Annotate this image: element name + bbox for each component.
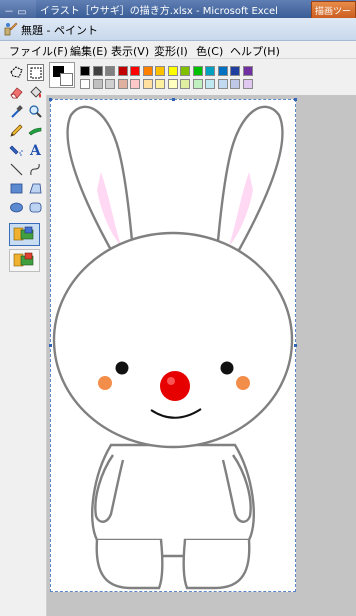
menu-help[interactable]: ヘルプ(H) [230,43,280,59]
color-swatch[interactable] [92,66,103,76]
menu-image[interactable]: 変形(I) [154,43,188,59]
color-swatch[interactable] [242,66,253,76]
resize-handle[interactable] [49,344,52,347]
curve-icon[interactable] [27,161,44,178]
current-colors[interactable] [49,62,75,88]
eraser-icon[interactable] [8,84,25,101]
color-swatch[interactable] [230,66,240,76]
svg-text:A: A [29,143,42,158]
fill-bucket-icon[interactable] [27,84,44,101]
color-swatch[interactable] [217,66,228,76]
nose [160,371,190,401]
drawing-tools-tab-label: 描画ツー [315,7,352,17]
paint-app-icon [4,22,18,36]
polygon-icon[interactable] [27,180,44,197]
color-swatch[interactable] [130,79,140,89]
left-eye [115,361,129,375]
excel-window-controls-label: － ▭ [4,7,27,18]
text-icon[interactable]: A [27,141,44,158]
drawing-canvas[interactable] [49,98,297,592]
color-swatch[interactable] [105,79,115,89]
transparent-selection-icon [13,252,34,267]
pencil-icon[interactable] [8,122,25,139]
color-swatch[interactable] [80,66,90,76]
color-swatch[interactable] [117,79,128,89]
transparent-option-transparent[interactable] [9,249,40,272]
color-swatch[interactable] [167,66,178,76]
line-icon[interactable] [8,161,25,178]
toolbox: A [0,59,47,616]
excel-window-controls[interactable]: － ▭ [0,0,36,18]
menu-bar: ファイル(F) 編集(E) 表示(V) 変形(I) 色(C) ヘルプ(H) [0,41,356,59]
rabbit-illustration [52,105,294,590]
color-swatch[interactable] [142,79,153,89]
right-eye [220,361,234,375]
resize-handle[interactable] [294,98,297,101]
transparent-option-opaque[interactable] [9,223,40,246]
resize-handle[interactable] [172,98,175,101]
color-swatch[interactable] [205,66,215,76]
color-swatch[interactable] [217,79,228,89]
color-swatch[interactable] [155,66,165,76]
color-swatch[interactable] [192,79,203,89]
right-leg [182,539,251,590]
rectangle-icon[interactable] [8,180,25,197]
menu-file[interactable]: ファイル(F) [9,43,68,59]
workspace [47,95,356,616]
drawing-tools-tab[interactable]: 描画ツー [311,1,356,19]
menu-edit[interactable]: 編集(E) [70,43,108,59]
rect-select-icon[interactable] [27,64,44,81]
color-swatch[interactable] [180,79,190,89]
rounded-rect-icon[interactable] [27,199,44,216]
resize-handle[interactable] [49,98,52,101]
menu-colors[interactable]: 色(C) [196,43,223,59]
resize-handle[interactable] [294,344,297,347]
magnifier-icon[interactable] [27,103,44,120]
background-color[interactable] [60,73,73,86]
excel-title-bar: － ▭ イラスト［ウサギ］の描き方.xlsx - Microsoft Excel… [0,0,356,19]
color-swatch[interactable] [142,66,153,76]
color-swatch[interactable] [205,79,215,89]
color-swatch[interactable] [230,79,240,89]
head [52,231,294,449]
color-swatch[interactable] [155,79,165,89]
color-swatch[interactable] [130,66,140,76]
nose-highlight [167,377,175,385]
airbrush-icon[interactable] [8,141,25,158]
excel-window-title: イラスト［ウサギ］の描き方.xlsx - Microsoft Excel [40,6,278,17]
ellipse-icon[interactable] [8,199,25,216]
color-swatch[interactable] [242,79,253,89]
eyedropper-icon[interactable] [8,103,25,120]
left-leg [95,539,164,590]
opaque-selection-icon [13,226,34,241]
color-swatch[interactable] [105,66,115,76]
color-swatch[interactable] [117,66,128,76]
color-swatch[interactable] [80,79,90,89]
right-cheek [236,376,250,390]
color-swatch[interactable] [167,79,178,89]
color-swatch[interactable] [192,66,203,76]
free-select-icon[interactable] [8,64,25,81]
paint-window-title: 無題 - ペイント [21,24,98,37]
menu-view[interactable]: 表示(V) [111,43,149,59]
paint-title-bar: 無題 - ペイント [0,18,356,41]
color-palette [46,59,356,95]
color-swatch[interactable] [92,79,103,89]
color-swatch[interactable] [180,66,190,76]
brush-icon[interactable] [27,122,44,139]
left-cheek [98,376,112,390]
